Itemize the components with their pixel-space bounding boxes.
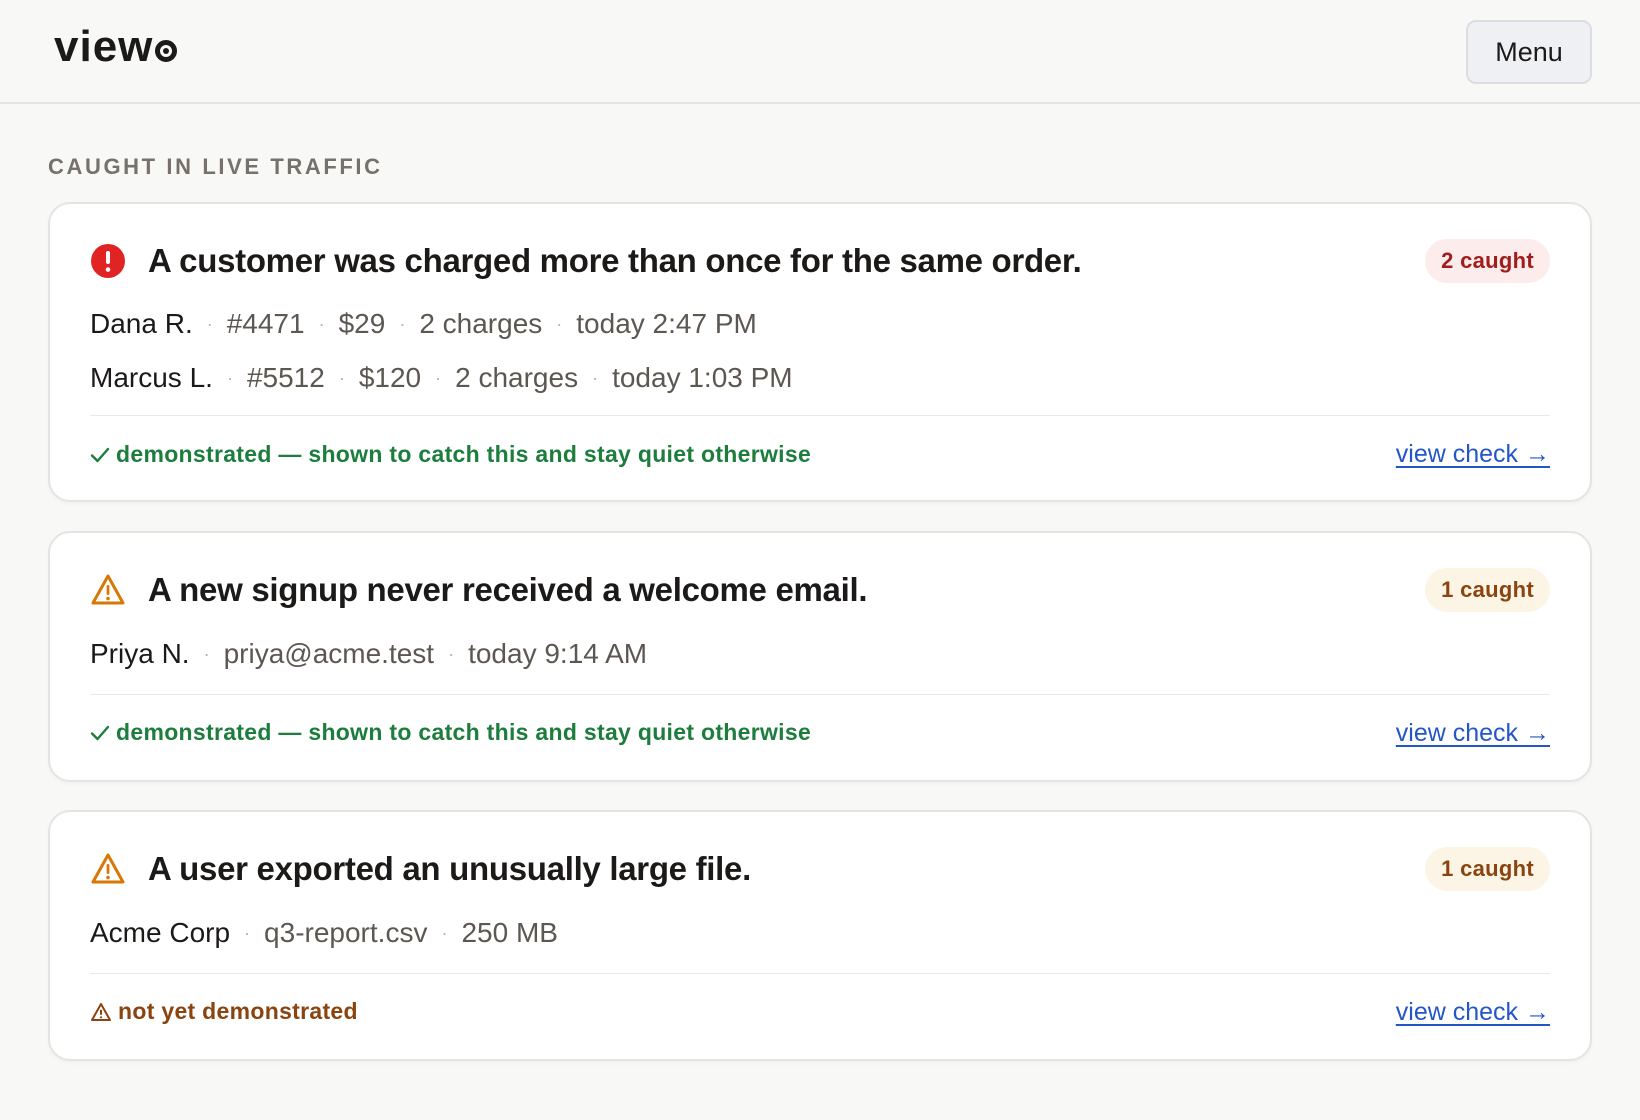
top-bar: view Menu	[0, 0, 1640, 104]
order-id: #5512	[246, 362, 325, 393]
order-id: #4471	[226, 308, 305, 339]
separator-dot: ·	[592, 367, 599, 388]
card-header: A user exported an unusually large file.…	[90, 846, 1550, 892]
amount: $29	[338, 308, 386, 339]
separator-dot: ·	[338, 367, 345, 388]
event-row: Priya N. · priya@acme.test · today 9:14 …	[90, 627, 1550, 681]
view-check-link[interactable]: view check →	[1396, 440, 1550, 469]
warning-triangle-icon	[91, 574, 125, 605]
status-text: demonstrated — shown to catch this and s…	[116, 719, 812, 745]
issue-card-large-export: A user exported an unusually large file.…	[48, 810, 1592, 1061]
status-text: not yet demonstrated	[118, 998, 358, 1024]
logo[interactable]: view	[54, 22, 178, 72]
separator-dot: ·	[318, 313, 325, 334]
separator-dot: ·	[441, 922, 448, 943]
charge-count: 2 charges	[419, 308, 543, 339]
checkmark-icon	[90, 723, 110, 743]
card-divider	[90, 694, 1550, 695]
separator-dot: ·	[399, 313, 406, 334]
issue-card-welcome-email: A new signup never received a welcome em…	[48, 531, 1592, 782]
logo-text: view	[54, 22, 154, 71]
issue-card-duplicate-charge: A customer was charged more than once fo…	[48, 202, 1592, 502]
caught-count-badge: 2 caught	[1425, 239, 1550, 283]
event-list: Dana R. · #4471 · $29 · 2 charges · toda…	[90, 297, 1550, 405]
warning-triangle-icon	[90, 1002, 112, 1022]
customer-name: Marcus L.	[90, 362, 213, 393]
file-name: q3-report.csv	[264, 917, 428, 948]
card-header: A customer was charged more than once fo…	[90, 238, 1550, 284]
separator-dot: ·	[206, 313, 213, 334]
charge-count: 2 charges	[455, 362, 579, 393]
separator-dot: ·	[435, 367, 442, 388]
separator-dot: ·	[226, 367, 233, 388]
separator-dot: ·	[556, 313, 563, 334]
timestamp: today 1:03 PM	[612, 362, 793, 393]
event-list: Priya N. · priya@acme.test · today 9:14 …	[90, 627, 1550, 681]
card-divider	[90, 973, 1550, 974]
account-name: Acme Corp	[90, 917, 231, 948]
demonstration-status: not yet demonstrated	[90, 998, 358, 1025]
warning-triangle-icon	[91, 853, 125, 884]
event-row: Marcus L. · #5512 · $120 · 2 charges · t…	[90, 351, 1550, 405]
caught-count-badge: 1 caught	[1425, 847, 1550, 891]
email-address: priya@acme.test	[223, 638, 435, 669]
event-row: Dana R. · #4471 · $29 · 2 charges · toda…	[90, 297, 1550, 351]
card-title: A new signup never received a welcome em…	[148, 571, 868, 608]
menu-button[interactable]: Menu	[1466, 20, 1592, 84]
file-size: 250 MB	[461, 917, 558, 948]
amount: $120	[358, 362, 422, 393]
error-circle-icon	[91, 244, 125, 278]
customer-name: Priya N.	[90, 638, 190, 669]
status-text: demonstrated — shown to catch this and s…	[116, 441, 812, 467]
separator-dot: ·	[203, 643, 210, 664]
customer-name: Dana R.	[90, 308, 193, 339]
event-list: Acme Corp · q3-report.csv · 250 MB	[90, 906, 1550, 960]
checkmark-icon	[90, 445, 110, 465]
timestamp: today 2:47 PM	[576, 308, 757, 339]
card-title: A customer was charged more than once fo…	[148, 242, 1082, 279]
card-divider	[90, 415, 1550, 416]
timestamp: today 9:14 AM	[468, 638, 648, 669]
card-title: A user exported an unusually large file.	[148, 850, 751, 887]
separator-dot: ·	[244, 922, 251, 943]
section-label: CAUGHT IN LIVE TRAFFIC	[48, 154, 383, 179]
view-check-link[interactable]: view check →	[1396, 998, 1550, 1027]
separator-dot: ·	[448, 643, 455, 664]
card-header: A new signup never received a welcome em…	[90, 567, 1550, 613]
caught-count-badge: 1 caught	[1425, 568, 1550, 612]
event-row: Acme Corp · q3-report.csv · 250 MB	[90, 906, 1550, 960]
demonstration-status: demonstrated — shown to catch this and s…	[90, 719, 811, 746]
logo-eye-icon	[155, 40, 178, 62]
view-check-link[interactable]: view check →	[1396, 719, 1550, 748]
demonstration-status: demonstrated — shown to catch this and s…	[90, 441, 811, 468]
